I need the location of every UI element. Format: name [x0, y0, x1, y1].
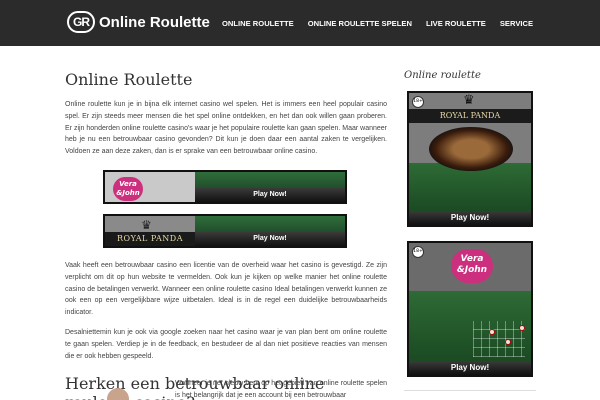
google-paragraph: Desalniettemin kun je ook via google zoe…	[65, 328, 387, 360]
crown-icon: ♛	[463, 93, 475, 108]
betting-grid-image	[473, 321, 525, 357]
intro-paragraph: Online roulette kun je in bijna elk inte…	[65, 101, 387, 156]
logo-text: Online Roulette	[99, 13, 210, 31]
roulette-wheel-image	[429, 127, 513, 171]
logo-mark: GR	[67, 11, 95, 33]
vera-john-logo: Vera &John	[451, 249, 493, 283]
play-now-button[interactable]: Play Now!	[195, 231, 345, 246]
vera-logo-line1: Vera	[119, 179, 137, 188]
nav-live-roulette[interactable]: LIVE ROULETTE	[426, 19, 486, 28]
site-logo[interactable]: GR Online Roulette	[67, 10, 210, 34]
vera-john-logo: Vera &John	[113, 176, 143, 201]
section-paragraph: Wanneer je net nieuw bent op het gebied …	[175, 380, 387, 399]
sidebar-title: Online roulette	[404, 70, 481, 81]
nav-online-roulette-spelen[interactable]: ONLINE ROULETTE SPELEN	[308, 19, 412, 28]
crown-icon: ♛	[141, 217, 152, 232]
royal-panda-banner[interactable]: ♛ ROYAL PANDA Play Now!	[103, 213, 347, 248]
main-content: Online Roulette Online roulette kun je i…	[65, 70, 387, 400]
chip-image	[519, 325, 525, 331]
royal-panda-logo: ROYAL PANDA	[105, 231, 195, 246]
vera-logo-line1: Vera	[460, 254, 484, 264]
age-18-badge: 18+	[412, 96, 424, 108]
top-navigation-bar: GR Online Roulette ONLINE ROULETTE ONLIN…	[0, 0, 600, 46]
banner-brand-area: ♛ ROYAL PANDA	[105, 215, 195, 246]
main-nav: ONLINE ROULETTE ONLINE ROULETTE SPELEN L…	[222, 19, 547, 28]
vera-logo-line2: &John	[116, 188, 140, 197]
sidebar: Online roulette 18+ ♛ ROYAL PANDA Play N…	[404, 70, 536, 377]
age-18-badge: 18+	[412, 246, 424, 258]
vera-john-banner[interactable]: Vera &John Play Now!	[103, 169, 347, 204]
page-title: Online Roulette	[65, 70, 193, 89]
licence-paragraph: Vaak heeft een betrouwbaar casino een li…	[65, 261, 387, 317]
sidebar-divider	[404, 390, 536, 391]
vera-logo-line2: &John	[456, 265, 488, 275]
banner-brand-area: Vera &John	[105, 171, 195, 202]
nav-online-roulette[interactable]: ONLINE ROULETTE	[222, 19, 294, 28]
play-now-button[interactable]: Play Now!	[409, 361, 531, 375]
royal-panda-logo: ROYAL PANDA	[409, 109, 531, 123]
chip-image	[489, 329, 495, 335]
play-now-button[interactable]: Play Now!	[195, 187, 345, 202]
play-now-button[interactable]: Play Now!	[409, 211, 531, 225]
royal-panda-ad[interactable]: 18+ ♛ ROYAL PANDA Play Now!	[407, 91, 533, 227]
nav-service[interactable]: SERVICE	[500, 19, 533, 28]
vera-john-ad[interactable]: 18+ Vera &John Play Now!	[407, 241, 533, 377]
chip-image	[505, 339, 511, 345]
